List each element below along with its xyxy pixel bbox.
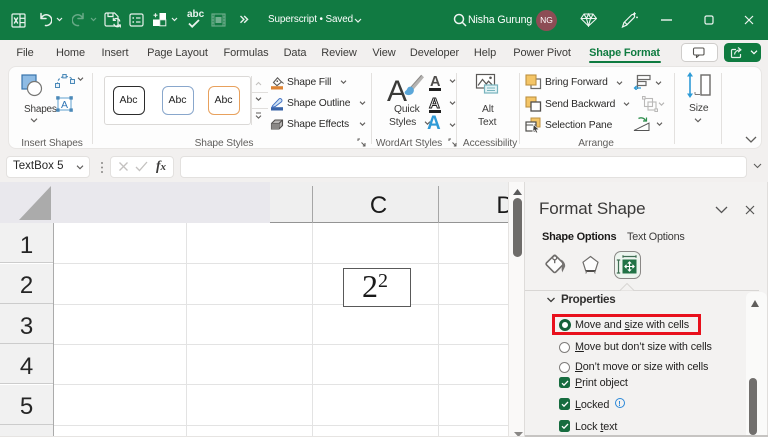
svg-text:A: A xyxy=(387,75,407,106)
svg-text:A: A xyxy=(61,99,68,111)
